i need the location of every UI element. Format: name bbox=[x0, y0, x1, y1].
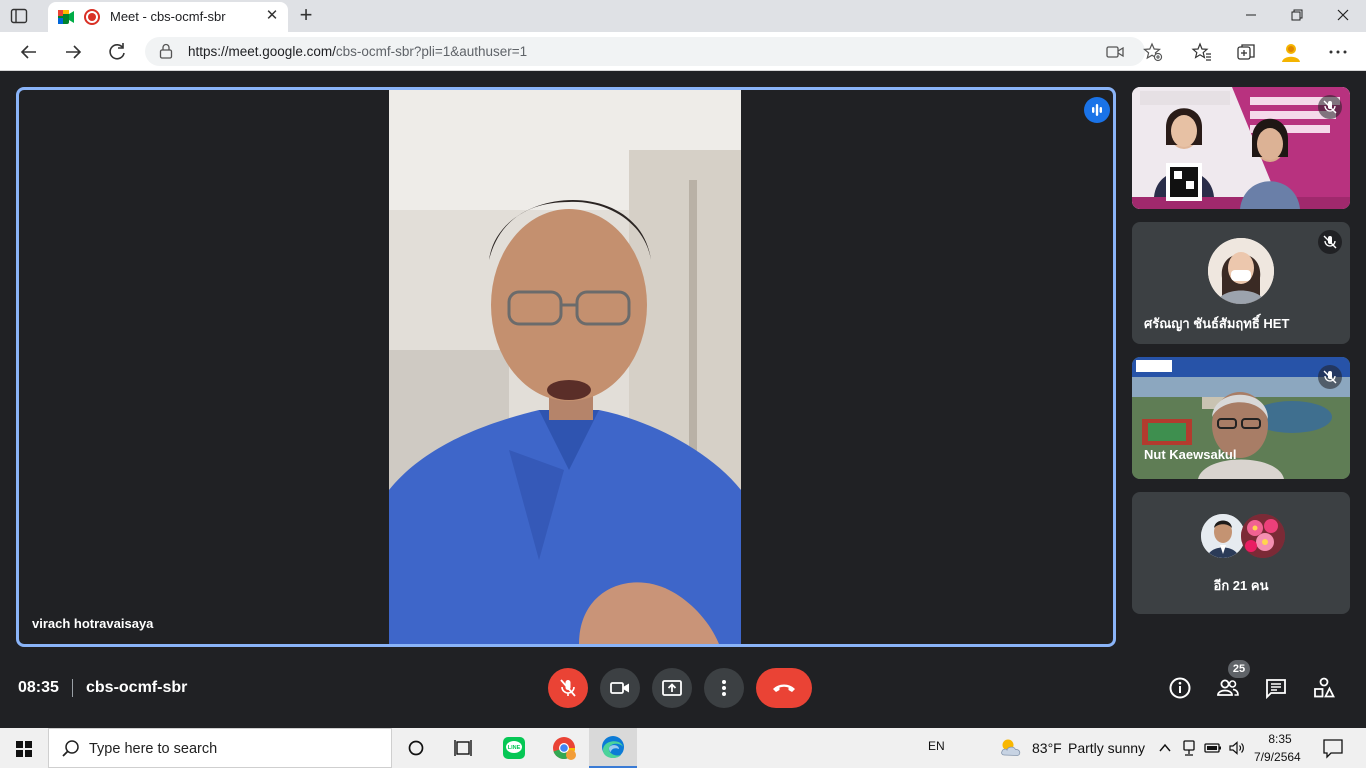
end-call-button[interactable] bbox=[756, 668, 812, 708]
browser-toolbar: https://meet.google.com/cbs-ocmf-sbr?pli… bbox=[0, 32, 1366, 71]
collections-icon[interactable] bbox=[1235, 41, 1257, 63]
line-icon: LINE bbox=[503, 737, 525, 759]
record-icon bbox=[84, 9, 100, 25]
others-count-label: อีก 21 คน bbox=[1213, 578, 1269, 593]
taskbar-edge-app[interactable] bbox=[589, 728, 637, 768]
battery-icon[interactable] bbox=[1204, 741, 1222, 755]
url-text[interactable]: https://meet.google.com/cbs-ocmf-sbr?pli… bbox=[188, 44, 527, 59]
chevron-up-icon[interactable] bbox=[1158, 741, 1172, 755]
main-speaker-tile[interactable]: virach hotravaisaya bbox=[16, 87, 1116, 647]
forward-icon[interactable] bbox=[60, 39, 86, 65]
task-view-button[interactable] bbox=[440, 728, 488, 768]
taskbar-line-app[interactable]: LINE bbox=[490, 728, 538, 768]
participant-tile-2[interactable]: ศรัณญา ชันธ์สัมฤทธิ์ HET bbox=[1132, 222, 1350, 344]
mic-toggle-button[interactable] bbox=[548, 668, 588, 708]
restore-button[interactable] bbox=[1274, 0, 1320, 30]
info-icon[interactable] bbox=[1168, 676, 1192, 700]
lock-icon[interactable] bbox=[159, 43, 173, 59]
participant-tile-3[interactable]: Nut Kaewsakul bbox=[1132, 357, 1350, 479]
network-icon[interactable] bbox=[1181, 739, 1197, 757]
speaker-video-image bbox=[389, 90, 741, 644]
camera-icon bbox=[610, 682, 629, 694]
weather-temperature[interactable]: 83°F bbox=[1032, 740, 1062, 756]
participant-name: ศรัณญา ชันธ์สัมฤทธิ์ HET bbox=[1144, 316, 1290, 331]
participant-muted-icon bbox=[1318, 230, 1342, 254]
camera-toggle-button[interactable] bbox=[600, 668, 640, 708]
tab-actions-icon[interactable] bbox=[10, 7, 28, 25]
address-bar[interactable]: https://meet.google.com/cbs-ocmf-sbr?pli… bbox=[145, 37, 1163, 66]
cortana-icon bbox=[408, 740, 424, 756]
more-options-icon bbox=[722, 680, 726, 696]
people-icon[interactable] bbox=[1216, 676, 1240, 700]
meet-favicon bbox=[58, 10, 74, 24]
avatar bbox=[1241, 514, 1285, 558]
participant-muted-icon bbox=[1318, 95, 1342, 119]
back-icon[interactable] bbox=[16, 39, 42, 65]
taskbar-chrome-app[interactable] bbox=[540, 728, 588, 768]
chrome-icon bbox=[553, 737, 576, 760]
notifications-icon[interactable] bbox=[1322, 737, 1344, 759]
new-tab-button[interactable]: + bbox=[294, 4, 318, 28]
tab-title: Meet - cbs-ocmf-sbr bbox=[110, 9, 226, 24]
clock-date[interactable]: 7/9/2564 bbox=[1254, 750, 1301, 764]
avatar bbox=[1208, 238, 1274, 304]
present-icon bbox=[662, 680, 682, 696]
meeting-time: 08:35 bbox=[18, 679, 59, 696]
participant-muted-icon bbox=[1318, 365, 1342, 389]
add-favorite-icon[interactable] bbox=[1143, 42, 1163, 62]
chat-icon[interactable] bbox=[1264, 676, 1288, 700]
activities-icon[interactable] bbox=[1312, 676, 1336, 700]
tab-close-button[interactable]: ✕ bbox=[262, 6, 282, 26]
clock-time[interactable]: 8:35 bbox=[1268, 732, 1292, 746]
search-placeholder: Type here to search bbox=[89, 741, 218, 757]
participant-name: Nut Kaewsakul bbox=[1144, 447, 1237, 462]
cortana-button[interactable] bbox=[392, 728, 440, 768]
main-speaker-name: virach hotravaisaya bbox=[32, 616, 154, 631]
more-options-button[interactable] bbox=[704, 668, 744, 708]
taskbar-search[interactable]: Type here to search bbox=[48, 728, 392, 768]
mic-off-icon bbox=[560, 679, 576, 697]
favorites-icon[interactable] bbox=[1191, 41, 1213, 63]
end-call-icon bbox=[773, 684, 795, 692]
speaking-indicator-icon bbox=[1084, 97, 1110, 123]
divider bbox=[72, 679, 73, 697]
more-icon[interactable] bbox=[1327, 41, 1349, 63]
participant-tile-presentation[interactable] bbox=[1132, 87, 1350, 209]
close-window-button[interactable] bbox=[1320, 0, 1366, 30]
browser-tabstrip: Meet - cbs-ocmf-sbr ✕ + bbox=[0, 0, 1366, 32]
speaker-video bbox=[389, 90, 741, 644]
browser-tab-meet[interactable]: Meet - cbs-ocmf-sbr ✕ bbox=[48, 2, 288, 32]
language-indicator[interactable]: EN bbox=[928, 739, 945, 753]
reload-icon[interactable] bbox=[104, 39, 130, 65]
camera-blocked-icon[interactable] bbox=[1105, 42, 1125, 62]
task-view-icon bbox=[454, 740, 472, 756]
minimize-button[interactable] bbox=[1228, 0, 1274, 30]
avatar bbox=[1201, 514, 1245, 558]
start-button[interactable] bbox=[0, 728, 48, 768]
edge-icon bbox=[602, 736, 624, 758]
windows-start-icon bbox=[16, 741, 32, 757]
search-icon bbox=[62, 740, 79, 757]
weather-icon[interactable] bbox=[998, 735, 1024, 761]
weather-description[interactable]: Partly sunny bbox=[1068, 740, 1145, 756]
line-icon-text: LINE bbox=[508, 745, 521, 751]
present-button[interactable] bbox=[652, 668, 692, 708]
volume-icon[interactable] bbox=[1228, 740, 1246, 756]
people-count-badge: 25 bbox=[1228, 660, 1250, 678]
meeting-code: cbs-ocmf-sbr bbox=[86, 679, 188, 696]
profile-icon[interactable] bbox=[1280, 41, 1302, 63]
windows-taskbar: Type here to search LINE EN 83°F Partly … bbox=[0, 728, 1366, 768]
others-tile[interactable]: อีก 21 คน bbox=[1132, 492, 1350, 614]
